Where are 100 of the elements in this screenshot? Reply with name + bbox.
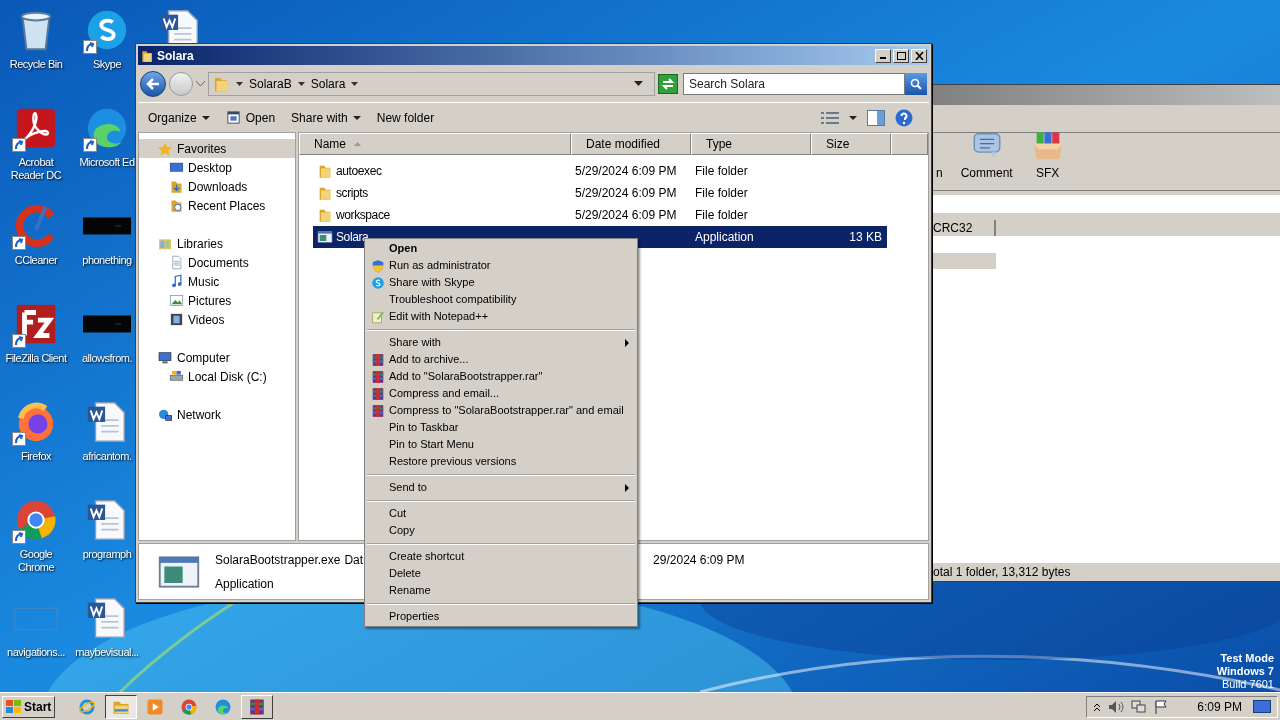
menu-item[interactable]: Pin to Taskbar bbox=[367, 419, 635, 436]
menu-item[interactable]: Send to bbox=[367, 479, 635, 496]
toolbar-button[interactable]: Open bbox=[219, 105, 282, 130]
desktop-icon-label[interactable]: FileZilla Client bbox=[5, 352, 67, 365]
browser-icon bbox=[214, 697, 233, 716]
desktop-icon-label[interactable]: Skype bbox=[92, 58, 122, 71]
history-caret-icon[interactable] bbox=[196, 80, 205, 87]
search-button[interactable] bbox=[905, 72, 927, 95]
start-button[interactable]: Start bbox=[2, 695, 56, 718]
network-icon[interactable] bbox=[1131, 699, 1148, 714]
menu-item[interactable]: Pin to Start Menu bbox=[367, 436, 635, 453]
nav-item[interactable]: Network bbox=[139, 405, 295, 424]
caret-icon[interactable] bbox=[297, 81, 305, 86]
speaker-icon[interactable] bbox=[1108, 699, 1125, 714]
nav-item[interactable]: Favorites bbox=[139, 139, 295, 158]
breadcrumb-item[interactable]: SolaraB bbox=[249, 74, 292, 93]
toolbar-button[interactable]: n bbox=[936, 164, 943, 182]
column-header[interactable]: Name bbox=[299, 133, 571, 155]
clock[interactable]: 6:09 PM bbox=[1197, 697, 1242, 716]
caret-icon[interactable] bbox=[849, 115, 857, 120]
nav-item[interactable]: Computer bbox=[139, 348, 295, 367]
caret-icon[interactable] bbox=[236, 81, 243, 86]
file-type: File folder bbox=[695, 208, 748, 222]
menu-item[interactable]: Copy bbox=[367, 522, 635, 539]
sort-arrow-icon bbox=[354, 142, 361, 146]
menu-item[interactable]: Create shortcut bbox=[367, 548, 635, 565]
desktop-icon-label[interactable]: navigations... bbox=[7, 646, 65, 659]
menu-item[interactable]: Rename bbox=[367, 582, 635, 599]
file-date: 5/29/2024 6:09 PM bbox=[575, 208, 677, 222]
taskbar-app-button[interactable] bbox=[105, 694, 138, 719]
archive-icon bbox=[248, 697, 267, 716]
toolbar-button[interactable]: New folder bbox=[370, 105, 441, 130]
refresh-button[interactable] bbox=[658, 73, 678, 94]
nav-item[interactable]: Recent Places bbox=[139, 196, 295, 215]
column-header[interactable]: Size bbox=[811, 133, 891, 155]
maximize-button[interactable] bbox=[893, 48, 909, 63]
close-button[interactable] bbox=[911, 48, 927, 63]
file-row[interactable]: autoexec 5/29/2024 6:09 PM File folder bbox=[313, 160, 887, 182]
caret-icon[interactable] bbox=[352, 115, 361, 120]
nav-item[interactable]: Pictures bbox=[139, 291, 295, 310]
help-icon[interactable] bbox=[895, 108, 913, 127]
show-desktop-icon[interactable] bbox=[1253, 699, 1271, 714]
menu-item[interactable]: Properties bbox=[367, 608, 635, 625]
caret-icon[interactable] bbox=[201, 115, 210, 120]
toolbar-button[interactable]: Share with bbox=[285, 105, 367, 130]
minimize-button[interactable] bbox=[875, 48, 891, 63]
menu-item[interactable]: Share with bbox=[367, 334, 635, 351]
nav-item[interactable]: Local Disk (C:) bbox=[139, 367, 295, 386]
toolbar-button[interactable]: SFX bbox=[1030, 128, 1065, 182]
menu-item[interactable]: Add to "SolaraBootstrapper.rar" bbox=[367, 368, 635, 385]
dropdown-caret-icon[interactable] bbox=[634, 81, 643, 86]
downloads-icon bbox=[169, 179, 184, 194]
menu-item[interactable]: Run as administrator bbox=[367, 257, 635, 274]
menu-item[interactable]: Add to archive... bbox=[367, 351, 635, 368]
file-row[interactable]: workspace 5/29/2024 6:09 PM File folder bbox=[313, 204, 887, 226]
desktop-icon-label[interactable]: Google Chrome bbox=[2, 548, 70, 574]
menu-item[interactable]: Compress and email... bbox=[367, 385, 635, 402]
back-arrow-icon bbox=[146, 77, 160, 90]
maximize-icon bbox=[896, 51, 906, 60]
desktop-icon-label[interactable]: allowsfrom. bbox=[81, 352, 133, 365]
details-file-type: Application bbox=[215, 575, 274, 593]
column-header[interactable]: Date modified bbox=[571, 133, 691, 155]
desktop-icon-label[interactable]: africantom. bbox=[82, 450, 132, 463]
desktop-icon-label[interactable]: Acrobat Reader DC bbox=[2, 156, 70, 182]
caret-icon[interactable] bbox=[351, 81, 359, 86]
shortcut-arrow-icon bbox=[12, 138, 26, 152]
flag-icon[interactable] bbox=[1154, 699, 1169, 714]
breadcrumb-item[interactable]: Solara bbox=[310, 74, 346, 93]
menu-item[interactable]: Delete bbox=[367, 565, 635, 582]
address-bar[interactable]: SolaraB Solara bbox=[208, 71, 655, 96]
nav-item[interactable]: Documents bbox=[139, 253, 295, 272]
chevron-up-icon[interactable] bbox=[1093, 701, 1102, 712]
search-field[interactable]: Search Solara bbox=[683, 72, 905, 95]
shortcut-arrow-icon bbox=[83, 40, 97, 54]
view-options-icon[interactable] bbox=[821, 110, 839, 125]
menu-item[interactable]: Cut bbox=[367, 505, 635, 522]
menu-item[interactable]: Edit with Notepad++ bbox=[367, 308, 635, 325]
file-row[interactable]: scripts 5/29/2024 6:09 PM File folder bbox=[313, 182, 887, 204]
desktop-icon-label[interactable]: programph bbox=[82, 548, 132, 561]
toolbar-button[interactable]: Organize bbox=[142, 105, 216, 130]
menu-item[interactable]: Share with Skype bbox=[367, 274, 635, 291]
nav-item[interactable]: Music bbox=[139, 272, 295, 291]
desktop-icon-label[interactable]: Recycle Bin bbox=[9, 58, 63, 71]
desktop-icon-label[interactable]: Firefox bbox=[20, 450, 52, 463]
menu-item[interactable]: Compress to "SolaraBootstrapper.rar" and email bbox=[367, 402, 635, 419]
column-header[interactable]: Type bbox=[691, 133, 811, 155]
nav-item[interactable]: Downloads bbox=[139, 177, 295, 196]
nav-item[interactable]: Libraries bbox=[139, 234, 295, 253]
nav-item[interactable]: Desktop bbox=[139, 158, 295, 177]
desktop-icon-label[interactable]: phonething bbox=[82, 254, 132, 267]
shortcut-arrow-icon bbox=[12, 334, 26, 348]
desktop-icon-label[interactable]: CCleaner bbox=[14, 254, 58, 267]
back-button[interactable] bbox=[140, 70, 166, 97]
menu-item[interactable]: Troubleshoot compatibility bbox=[367, 291, 635, 308]
file-date: 5/29/2024 6:09 PM bbox=[575, 186, 677, 200]
preview-pane-icon[interactable] bbox=[867, 109, 885, 126]
desktop-icon-label[interactable]: Microsoft Ed bbox=[79, 156, 135, 169]
nav-item[interactable]: Videos bbox=[139, 310, 295, 329]
toolbar-button[interactable]: Comment bbox=[960, 128, 1013, 182]
menu-item[interactable]: Restore previous versions bbox=[367, 453, 635, 470]
